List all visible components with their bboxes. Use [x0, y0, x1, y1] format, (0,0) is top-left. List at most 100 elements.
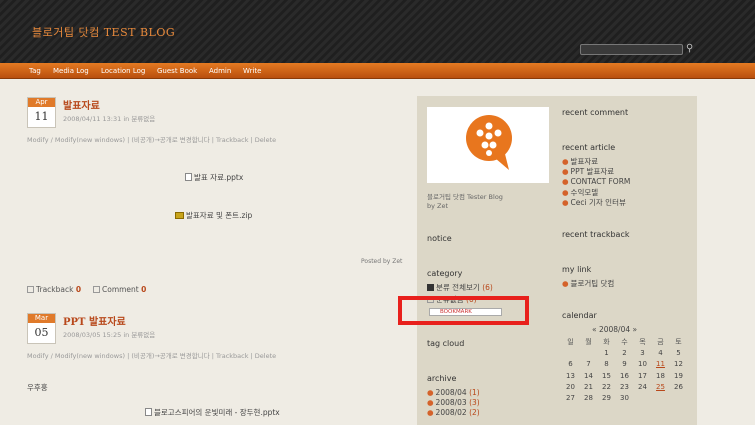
bullet-icon: ●: [427, 398, 434, 407]
nav-item-guest-book[interactable]: Guest Book: [157, 67, 197, 75]
search-icon[interactable]: ⚲: [686, 43, 693, 54]
recent-trackback-heading: recent trackback: [562, 230, 630, 239]
archive-label: 2008/02: [435, 408, 467, 417]
calendar-day: 2: [622, 349, 627, 358]
main-content: Apr 11 발표자료 2008/04/11 13:31 in 분류없음 Mod…: [0, 80, 415, 425]
file-icon: [185, 173, 192, 181]
my-link-label: 블로거팁 닷컴: [570, 279, 615, 288]
category-item[interactable]: 분류 전체보기 (6): [427, 282, 493, 293]
archive-item[interactable]: ● 2008/02 (2): [427, 408, 480, 417]
tag-cloud-heading: tag cloud: [427, 339, 465, 348]
nav-item-location-log[interactable]: Location Log: [101, 67, 145, 75]
calendar-day: 21: [584, 382, 593, 391]
bullet-icon: ●: [427, 408, 434, 417]
comment-icon: [93, 286, 100, 293]
calendar-day: 14: [584, 371, 593, 380]
comment-label: Comment: [102, 285, 139, 294]
trackback-label: Trackback: [36, 285, 74, 294]
trackback-link[interactable]: Trackback 0: [27, 285, 81, 294]
archive-count: (2): [469, 408, 480, 417]
attachment-link[interactable]: 블로고스피어의 운빛미래 - 장두현.pptx: [145, 407, 280, 418]
bullet-icon: ●: [427, 388, 434, 397]
recent-article-link[interactable]: ● PPT 발표자료: [562, 166, 614, 177]
archive-label: 2008/04: [435, 388, 467, 397]
archive-label: 2008/03: [435, 398, 467, 407]
notice-heading: notice: [427, 234, 452, 243]
calendar-day: 10: [638, 360, 647, 369]
archive-count: (3): [469, 398, 480, 407]
post: Apr 11 발표자료 2008/04/11 13:31 in 분류없음 Mod…: [27, 97, 402, 307]
bullet-icon: ●: [562, 157, 569, 166]
highlight-box: [398, 296, 529, 325]
category-label: 분류 전체보기: [436, 283, 480, 292]
calendar-day: 4: [658, 349, 663, 358]
top-nav: Tag Media Log Location Log Guest Book Ad…: [0, 63, 755, 79]
date-month: Apr: [28, 98, 55, 107]
attachment-label: 발표 자료.pptx: [194, 173, 244, 182]
profile-author: by Zet: [427, 202, 449, 210]
calendar-weekday: 월: [585, 338, 592, 346]
post-title[interactable]: PPT 발표자료: [63, 313, 126, 328]
calendar-day[interactable]: 25: [652, 383, 669, 391]
post-meta: 2008/04/11 13:31 in 분류없음: [63, 115, 156, 123]
posted-by: Posted by Zet: [361, 258, 403, 265]
header: 블로거팁 닷컴 TEST BLOG ⚲: [0, 0, 755, 63]
blog-logo-icon: [466, 115, 512, 170]
my-link-heading: my link: [562, 265, 592, 274]
search-input[interactable]: [580, 44, 683, 55]
post-actions[interactable]: Modify / Modify(new windows) | (비공개)→공개로…: [27, 350, 276, 360]
archive-item[interactable]: ● 2008/04 (1): [427, 388, 480, 397]
category-count: (6): [482, 283, 493, 292]
date-month: Mar: [28, 314, 55, 323]
calendar-weekday: 금: [657, 338, 664, 346]
calendar-day: 28: [584, 394, 593, 402]
date-badge: Apr 11: [27, 97, 56, 128]
attachment-link[interactable]: 발표자료 및 폰트.zip: [175, 210, 252, 221]
post-title[interactable]: 발표자료: [63, 97, 100, 112]
calendar-day: 8: [604, 360, 609, 369]
file-icon: [145, 408, 152, 416]
comment-count: 0: [141, 285, 147, 294]
nav-item-tag[interactable]: Tag: [29, 67, 41, 75]
blog-title[interactable]: 블로거팁 닷컴 TEST BLOG: [32, 24, 175, 40]
calendar-day: 27: [566, 394, 575, 402]
calendar-day: 26: [674, 382, 683, 391]
calendar-day[interactable]: 11: [652, 360, 669, 368]
calendar-heading: calendar: [562, 311, 597, 320]
recent-article-heading: recent article: [562, 143, 616, 152]
nav-item-write[interactable]: Write: [243, 67, 261, 75]
bullet-icon: ●: [562, 188, 569, 197]
archive-heading: archive: [427, 374, 457, 383]
calendar-day: 3: [640, 349, 645, 358]
post-body: 우후훙: [27, 383, 48, 392]
date-badge: Mar 05: [27, 313, 56, 344]
calendar-title[interactable]: « 2008/04 »: [592, 325, 637, 334]
nav-item-media-log[interactable]: Media Log: [53, 67, 89, 75]
folder-icon: [427, 284, 434, 291]
post-meta: 2008/03/05 15:25 in 분류없음: [63, 331, 156, 339]
calendar-weekday: 수: [621, 338, 628, 346]
archive-item[interactable]: ● 2008/03 (3): [427, 398, 480, 407]
trackback-count: 0: [75, 285, 82, 294]
archive-count: (1): [469, 388, 480, 397]
recent-article-link[interactable]: ● CONTACT FORM: [562, 177, 630, 186]
my-link-item[interactable]: ● 블로거팁 닷컴: [562, 278, 614, 289]
profile-caption: 블로거팁 닷컴 Tester Blog: [427, 193, 503, 201]
trackback-icon: [27, 286, 34, 293]
calendar-weekday: 목: [639, 338, 646, 346]
calendar-day: 5: [676, 349, 681, 358]
bullet-icon: ●: [562, 279, 569, 288]
attachment-link[interactable]: 발표 자료.pptx: [185, 172, 243, 183]
calendar-day: 1: [604, 349, 609, 358]
attachment-label: 블로고스피어의 운빛미래 - 장두현.pptx: [154, 408, 280, 417]
calendar-day: 15: [602, 371, 611, 380]
recent-article-link[interactable]: ● Ceci 기자 인터뷰: [562, 197, 626, 208]
calendar-day: 30: [620, 394, 629, 402]
post-actions[interactable]: Modify / Modify(new windows) | (비공개)→공개로…: [27, 134, 276, 144]
comment-link[interactable]: Comment 0: [93, 285, 146, 294]
calendar-day: 12: [674, 360, 683, 369]
calendar-day: 13: [566, 371, 575, 380]
date-day: 05: [34, 326, 49, 339]
calendar-day: 16: [620, 371, 629, 380]
nav-item-admin[interactable]: Admin: [209, 67, 231, 75]
